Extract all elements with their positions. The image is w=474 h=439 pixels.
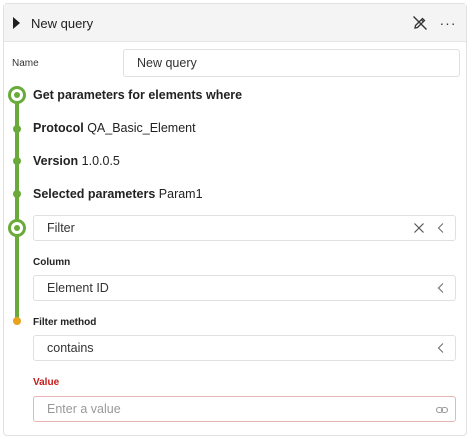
timeline-dot [13,125,21,133]
value-placeholder: Enter a value [47,402,121,416]
caret-right-icon[interactable] [13,17,20,29]
timeline-dot [13,190,21,198]
selected-parameters-value: Param1 [158,187,203,201]
query-title: New query [31,16,94,31]
name-input[interactable]: New query [123,49,460,77]
timeline-node-filter [8,219,26,237]
timeline-dot-pending [13,317,21,325]
version-label: Version [33,154,79,168]
filter-value: Filter [47,221,75,235]
chevron-left-icon[interactable] [435,222,447,234]
version-value: 1.0.0.5 [81,154,120,168]
protocol-label: Protocol [33,121,84,135]
protocol-value: QA_Basic_Element [87,121,196,135]
filter-method-select[interactable]: contains [33,335,456,361]
version-row: Version 1.0.0.5 [33,154,120,168]
selected-parameters-row: Selected parameters Param1 [33,187,203,201]
chevron-left-icon[interactable] [435,342,447,354]
column-value: Element ID [47,281,109,295]
chevron-left-icon[interactable] [435,282,447,294]
query-header[interactable]: New query ··· [4,4,466,42]
more-icon[interactable]: ··· [438,13,458,33]
timeline-dot [13,157,21,165]
name-label: Name [12,58,39,69]
selected-parameters-label: Selected parameters [33,187,156,201]
filter-select[interactable]: Filter [33,215,456,241]
filter-method-value: contains [47,341,94,355]
edit-off-icon[interactable] [410,13,430,33]
column-select[interactable]: Element ID [33,275,456,301]
timeline-node-start [8,86,26,104]
filter-method-label: Filter method [33,317,97,328]
timeline-line [15,232,19,318]
close-icon[interactable] [413,222,425,234]
value-label: Value [33,377,60,388]
column-label: Column [33,257,71,268]
value-input[interactable]: Enter a value [33,396,456,422]
protocol-row: Protocol QA_Basic_Element [33,121,196,135]
step-title: Get parameters for elements where [33,88,243,102]
link-icon[interactable] [435,403,449,417]
